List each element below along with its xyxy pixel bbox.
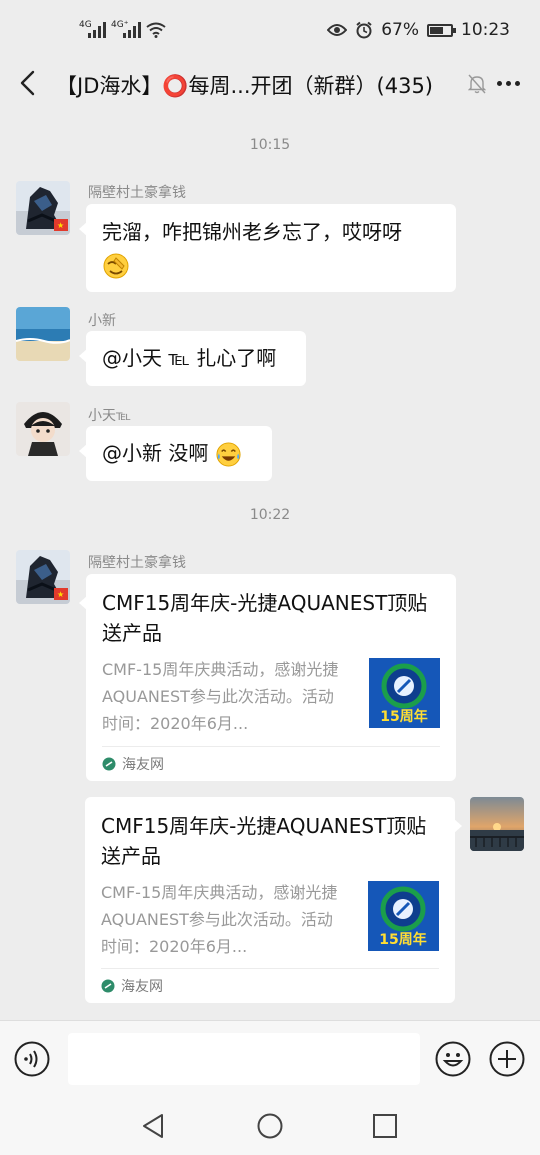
avatar[interactable]: ★ (16, 550, 70, 604)
chat-title[interactable]: 【JD海水】⭕每周...开团（新群）(435) (56, 70, 466, 100)
link-card[interactable]: CMF15周年庆-光捷AQUANEST顶贴送产品 CMF-15周年庆典活动，感谢… (79, 574, 456, 781)
nav-recents-icon[interactable] (372, 1113, 398, 1139)
card-source: 海友网 (102, 746, 440, 781)
card-description: CMF-15周年庆典活动，感谢光捷AQUANEST参与此次活动。活动时间：202… (101, 883, 338, 956)
emoji-icon[interactable] (435, 1041, 471, 1077)
timestamp: 10:22 (249, 507, 291, 523)
system-nav-bar (0, 1098, 540, 1155)
source-logo-icon (102, 757, 116, 771)
message-text: @小新 没啊 (102, 441, 209, 465)
signal-icon (123, 22, 141, 38)
battery-percent: 67% (381, 20, 419, 40)
sender-name: 隔壁村土豪拿钱 (88, 185, 186, 201)
svg-text:★: ★ (57, 590, 64, 599)
voice-icon[interactable] (14, 1041, 50, 1077)
card-source-label: 海友网 (122, 757, 164, 773)
wifi-icon (146, 22, 166, 38)
status-bar: 4G 4G⁺ 67% 10:23 (0, 0, 540, 62)
nav-home-icon[interactable] (256, 1112, 284, 1140)
message-text: 完溜，咋把锦州老乡忘了，哎呀呀 (102, 220, 402, 244)
eye-icon (327, 24, 348, 36)
avatar[interactable]: ★ (16, 181, 70, 235)
input-bar (0, 1020, 540, 1099)
card-title: CMF15周年庆-光捷AQUANEST顶贴送产品 (102, 591, 428, 645)
message-bubble[interactable]: 完溜，咋把锦州老乡忘了，哎呀呀 (79, 204, 456, 292)
source-logo-icon (101, 979, 115, 993)
facepalm-emoji-icon (103, 253, 129, 278)
card-source: 海友网 (101, 968, 439, 1003)
message-bubble[interactable]: @小天 ℡ 扎心了啊 (79, 331, 306, 386)
card-source-label: 海友网 (121, 979, 163, 995)
card-title: CMF15周年庆-光捷AQUANEST顶贴送产品 (101, 814, 427, 868)
chat-header: 【JD海水】⭕每周...开团（新群）(435) (0, 62, 540, 107)
sender-name: 隔壁村土豪拿钱 (88, 555, 186, 571)
avatar[interactable] (16, 402, 70, 456)
bell-muted-icon (468, 74, 486, 94)
more-dots-icon[interactable] (490, 70, 526, 96)
nav-back-icon[interactable] (140, 1112, 166, 1140)
clock: 10:23 (461, 20, 510, 40)
plus-icon[interactable] (489, 1041, 525, 1077)
sender-name: 小新 (88, 313, 116, 329)
link-card[interactable]: CMF15周年庆-光捷AQUANEST顶贴送产品 CMF-15周年庆典活动，感谢… (85, 797, 462, 1003)
card-thumbnail: 15周年 (369, 658, 440, 728)
avatar-self[interactable] (470, 797, 524, 851)
avatar[interactable] (16, 307, 70, 361)
laughing-tears-emoji-icon (216, 442, 241, 467)
message-text: @小天 ℡ 扎心了啊 (102, 346, 277, 370)
signal-icon (88, 22, 106, 38)
message-input[interactable] (68, 1033, 420, 1085)
battery-icon (427, 23, 456, 37)
thumbnail-label: 15周年 (379, 931, 426, 948)
alarm-icon (356, 21, 372, 39)
sender-name: 小天℡ (88, 408, 132, 424)
chevron-left-icon[interactable] (14, 68, 44, 98)
message-bubble[interactable]: @小新 没啊 (79, 426, 272, 481)
card-description: CMF-15周年庆典活动，感谢光捷AQUANEST参与此次活动。活动时间：202… (102, 660, 339, 733)
svg-text:★: ★ (57, 221, 64, 230)
card-thumbnail: 15周年 (368, 881, 439, 951)
thumbnail-label: 15周年 (380, 708, 427, 725)
timestamp: 10:15 (249, 137, 291, 153)
